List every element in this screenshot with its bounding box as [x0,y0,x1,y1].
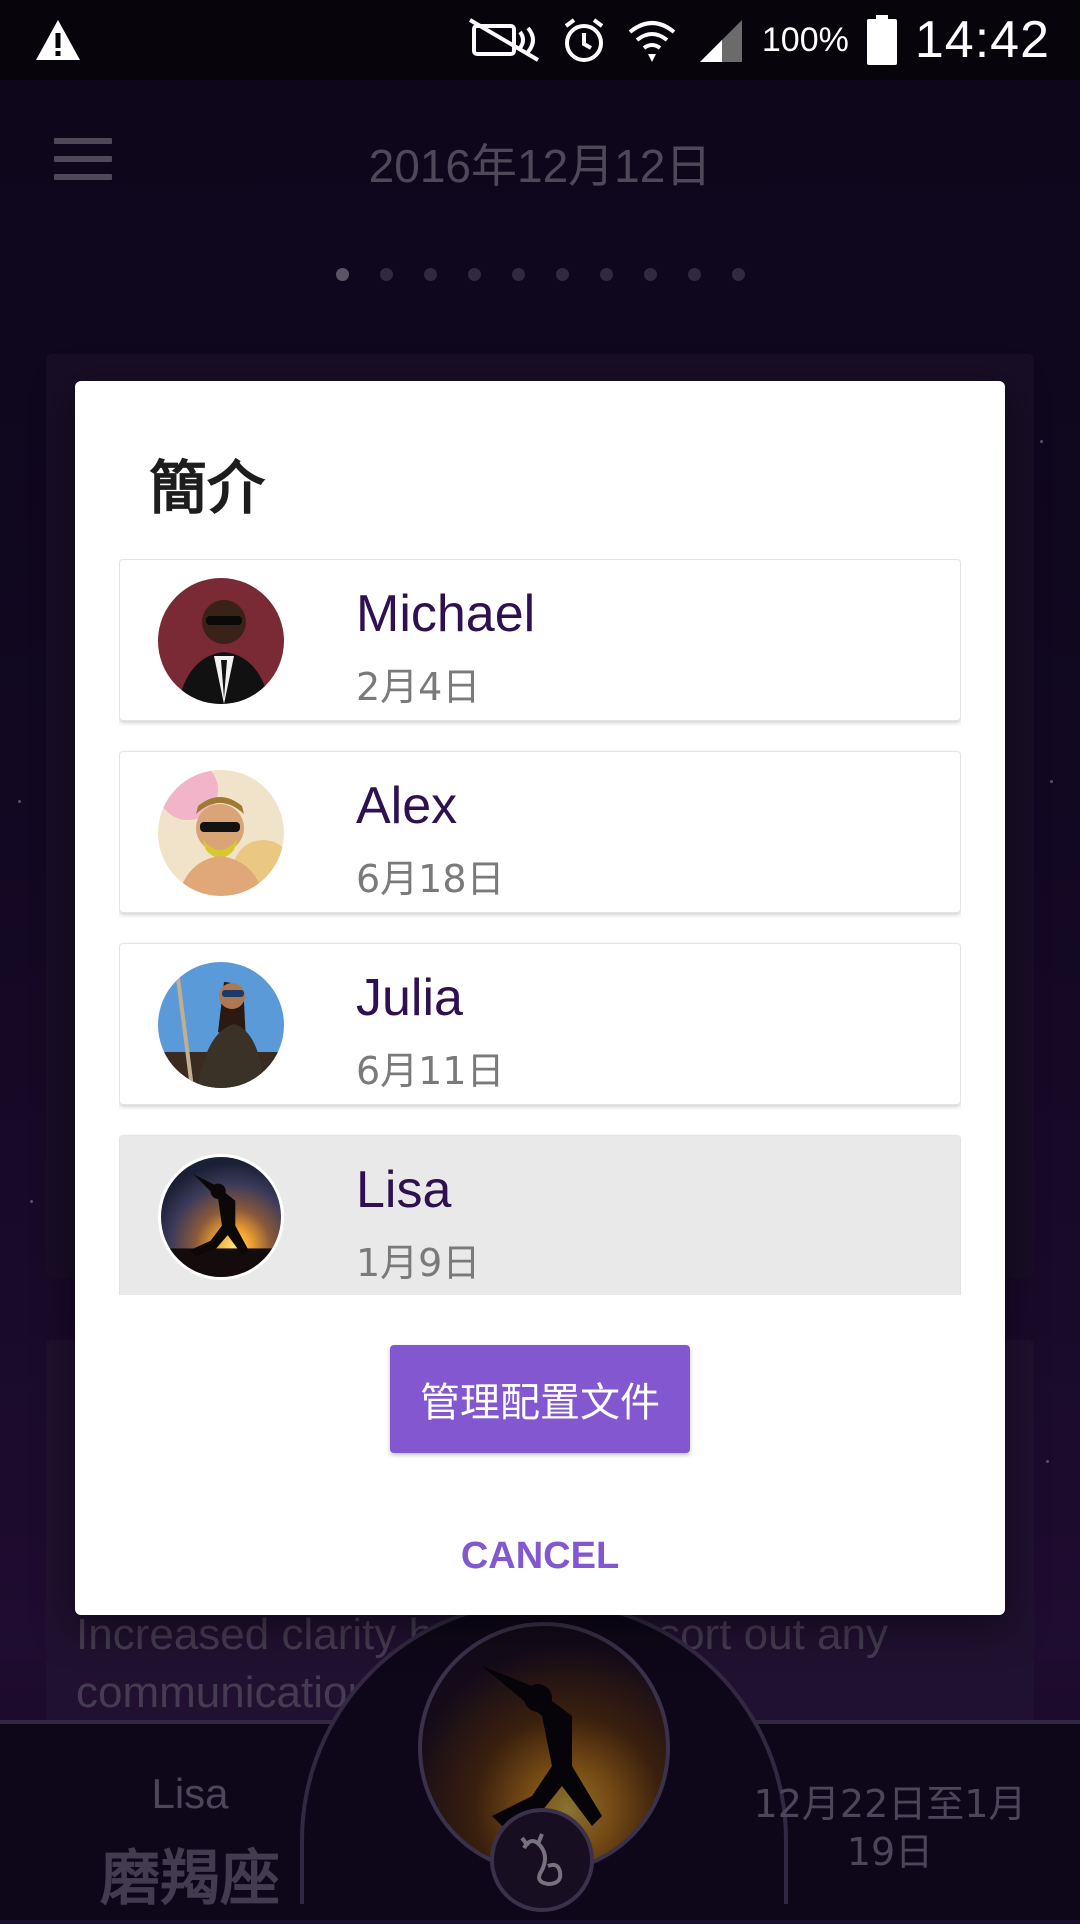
mute-icon [468,18,539,62]
profile-name: Julia [356,969,463,1027]
profile-list[interactable]: Michael 2月4日 Alex 6月18日 Julia 6月11日 Lisa… [119,559,961,1295]
profile-birthday: 2月4日 [356,665,481,709]
avatar [158,578,284,704]
warning-icon [36,20,80,60]
battery-icon [866,15,897,65]
profile-item-lisa[interactable]: Lisa 1月9日 [119,1135,961,1295]
wifi-icon [628,21,676,62]
profile-item-alex[interactable]: Alex 6月18日 [119,751,961,913]
dialog-title: 簡介 [149,454,266,522]
profiles-dialog: 簡介 Michael 2月4日 Alex 6月18日 Julia 6月11日 L… [75,381,1005,1615]
alarm-icon [564,18,604,62]
avatar [158,962,284,1088]
avatar [158,770,284,896]
manage-profiles-button[interactable]: 管理配置文件 [390,1345,690,1453]
profile-birthday: 6月18日 [356,857,505,901]
signal-icon [699,20,742,62]
cancel-button[interactable]: CANCEL [390,1521,690,1591]
battery-percent: 100% [761,20,849,59]
profile-item-michael[interactable]: Michael 2月4日 [119,559,961,721]
clock: 14:42 [914,11,1050,69]
status-bar: 100% 14:42 [0,0,1080,80]
avatar [158,1154,284,1280]
profile-name: Michael [356,585,536,643]
profile-birthday: 1月9日 [356,1241,481,1285]
profile-name: Lisa [356,1161,452,1219]
profile-birthday: 6月11日 [356,1049,505,1093]
profile-name: Alex [356,777,458,835]
profile-item-julia[interactable]: Julia 6月11日 [119,943,961,1105]
